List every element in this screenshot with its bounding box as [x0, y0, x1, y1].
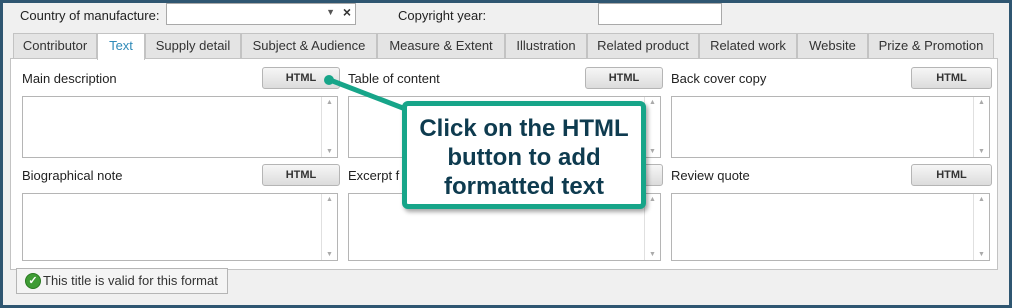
- main-description-html-button[interactable]: HTML: [262, 67, 340, 89]
- back-cover-copy-textarea[interactable]: ▲ ▼: [671, 96, 990, 158]
- tab-measure-extent[interactable]: Measure & Extent: [377, 33, 505, 59]
- tab-supply-detail[interactable]: Supply detail: [145, 33, 241, 59]
- scrollbar[interactable]: ▲ ▼: [973, 97, 989, 157]
- main-description-textarea[interactable]: ▲ ▼: [22, 96, 338, 158]
- dropdown-arrow-icon[interactable]: ▼: [326, 7, 335, 17]
- country-label: Country of manufacture:: [20, 8, 160, 23]
- tab-contributor[interactable]: Contributor: [13, 33, 97, 59]
- scrollbar[interactable]: ▲ ▼: [321, 97, 337, 157]
- scroll-down-icon[interactable]: ▼: [974, 251, 989, 258]
- back-cover-copy-label: Back cover copy: [671, 71, 767, 86]
- scroll-down-icon[interactable]: ▼: [645, 148, 660, 155]
- biographical-note-textarea[interactable]: ▲ ▼: [22, 193, 338, 261]
- tab-prize-promotion[interactable]: Prize & Promotion: [868, 33, 994, 59]
- review-quote-label: Review quote: [671, 168, 750, 183]
- scroll-down-icon[interactable]: ▼: [322, 251, 337, 258]
- scroll-up-icon[interactable]: ▲: [974, 99, 989, 106]
- scrollbar[interactable]: ▲ ▼: [973, 194, 989, 260]
- scroll-up-icon[interactable]: ▲: [645, 99, 660, 106]
- scroll-down-icon[interactable]: ▼: [322, 148, 337, 155]
- tab-related-product[interactable]: Related product: [587, 33, 699, 59]
- scrollbar[interactable]: ▲ ▼: [644, 97, 660, 157]
- copyright-label: Copyright year:: [398, 8, 487, 23]
- back-cover-copy-html-button[interactable]: HTML: [911, 67, 992, 89]
- biographical-note-html-button[interactable]: HTML: [262, 164, 340, 186]
- tab-subject-audience[interactable]: Subject & Audience: [241, 33, 377, 59]
- tab-text[interactable]: Text: [97, 33, 145, 60]
- scrollbar[interactable]: ▲ ▼: [321, 194, 337, 260]
- scroll-up-icon[interactable]: ▲: [645, 196, 660, 203]
- scroll-up-icon[interactable]: ▲: [974, 196, 989, 203]
- country-select[interactable]: ▼ ×: [166, 3, 356, 25]
- callout-line-3: formatted text: [443, 173, 605, 200]
- callout-line-2: button to add: [447, 144, 601, 171]
- main-description-label: Main description: [22, 71, 117, 86]
- header-row: Country of manufacture: ▼ × Copyright ye…: [0, 0, 1006, 30]
- tab-related-work[interactable]: Related work: [699, 33, 797, 59]
- review-quote-textarea[interactable]: ▲ ▼: [671, 193, 990, 261]
- validation-status-text: This title is valid for this format: [43, 273, 218, 288]
- scroll-down-icon[interactable]: ▼: [974, 148, 989, 155]
- review-quote-html-button[interactable]: HTML: [911, 164, 992, 186]
- excerpt-label: Excerpt f: [348, 168, 400, 183]
- tooltip-callout: Click on the HTML button to add formatte…: [402, 101, 646, 209]
- validation-status[interactable]: ✓ This title is valid for this format: [16, 268, 228, 294]
- table-of-content-label: Table of content: [348, 71, 440, 86]
- scroll-down-icon[interactable]: ▼: [645, 251, 660, 258]
- callout-line-1: Click on the HTML: [419, 115, 629, 142]
- biographical-note-label: Biographical note: [22, 168, 123, 183]
- tab-bar: Contributor Text Supply detail Subject &…: [10, 33, 995, 60]
- scroll-up-icon[interactable]: ▲: [322, 99, 337, 106]
- tab-website[interactable]: Website: [797, 33, 868, 59]
- copyright-year-input[interactable]: [598, 3, 722, 25]
- table-of-content-html-button[interactable]: HTML: [585, 67, 663, 89]
- scrollbar[interactable]: ▲ ▼: [644, 194, 660, 260]
- scroll-up-icon[interactable]: ▲: [322, 196, 337, 203]
- tab-illustration[interactable]: Illustration: [505, 33, 587, 59]
- clear-icon[interactable]: ×: [343, 4, 351, 20]
- check-circle-icon: ✓: [25, 273, 41, 289]
